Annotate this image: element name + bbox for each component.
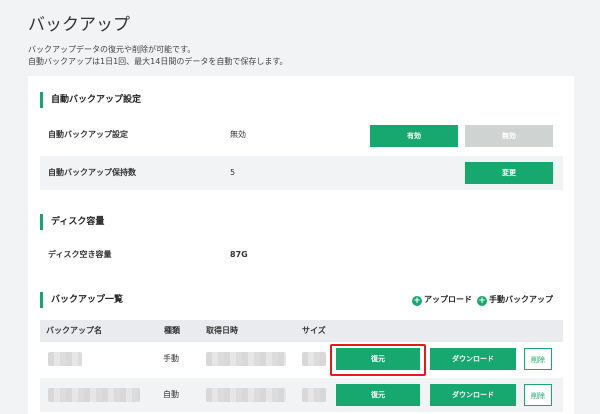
section-title-backup-list: バックアップ一覧	[40, 292, 123, 308]
redacted-date	[206, 352, 286, 366]
change-button[interactable]: 変更	[465, 162, 553, 184]
delete-button[interactable]: 削除	[524, 348, 552, 370]
auto-backup-setting-row: 自動バックアップ設定 無効 有効 無効	[40, 118, 563, 152]
restore-button[interactable]: 復元	[336, 384, 420, 406]
disable-button[interactable]: 無効	[465, 125, 553, 147]
upload-button[interactable]: + アップロード	[412, 294, 472, 306]
backup-type: 手動	[163, 354, 179, 363]
disk-free-value: 87G	[230, 250, 248, 259]
column-header-size: サイズ	[302, 326, 326, 335]
auto-backup-setting-label: 自動バックアップ設定	[48, 130, 128, 139]
auto-backup-retention-value: 5	[230, 168, 236, 177]
description-line-1: バックアップデータの復元や削除が可能です。	[28, 45, 196, 54]
table-row: 手動 復元 ダウンロード 削除	[40, 342, 563, 376]
backup-table-header: バックアップ名 種類 取得日時 サイズ	[40, 320, 563, 342]
download-button[interactable]: ダウンロード	[430, 384, 516, 406]
disk-free-row: ディスク空き容量 87G	[40, 238, 563, 272]
section-title-auto-backup: 自動バックアップ設定	[40, 92, 141, 108]
auto-backup-retention-label: 自動バックアップ保持数	[48, 168, 136, 177]
redacted-size	[302, 352, 326, 366]
redacted-date	[206, 388, 286, 402]
restore-button-highlight	[330, 344, 426, 376]
enable-button[interactable]: 有効	[370, 125, 458, 147]
page-description: バックアップデータの復元や削除が可能です。 自動バックアップは1日1回、最大14…	[28, 44, 288, 68]
plus-circle-icon: +	[477, 296, 487, 306]
manual-backup-button[interactable]: + 手動バックアップ	[477, 294, 553, 306]
backup-card: 自動バックアップ設定 自動バックアップ設定 無効 有効 無効 自動バックアップ保…	[28, 76, 574, 414]
plus-circle-icon: +	[412, 296, 422, 306]
disk-free-label: ディスク空き容量	[48, 250, 112, 259]
auto-backup-setting-value: 無効	[230, 130, 246, 139]
redacted-name	[48, 352, 82, 366]
column-header-name: バックアップ名	[46, 326, 102, 335]
redacted-size	[302, 388, 326, 402]
page-title: バックアップ	[28, 15, 130, 35]
delete-button[interactable]: 削除	[524, 384, 552, 406]
column-header-type: 種類	[164, 326, 180, 335]
section-title-disk: ディスク容量	[40, 214, 104, 230]
download-button[interactable]: ダウンロード	[430, 348, 516, 370]
description-line-2: 自動バックアップは1日1回、最大14日間のデータを自動で保存します。	[28, 57, 288, 66]
auto-backup-retention-row: 自動バックアップ保持数 5 変更	[40, 156, 563, 190]
upload-button-label: アップロード	[424, 295, 472, 304]
table-row: 自動 復元 ダウンロード 削除	[40, 378, 563, 412]
redacted-name	[48, 388, 140, 402]
column-header-date: 取得日時	[206, 326, 238, 335]
manual-backup-button-label: 手動バックアップ	[489, 295, 553, 304]
backup-type: 自動	[163, 390, 179, 399]
